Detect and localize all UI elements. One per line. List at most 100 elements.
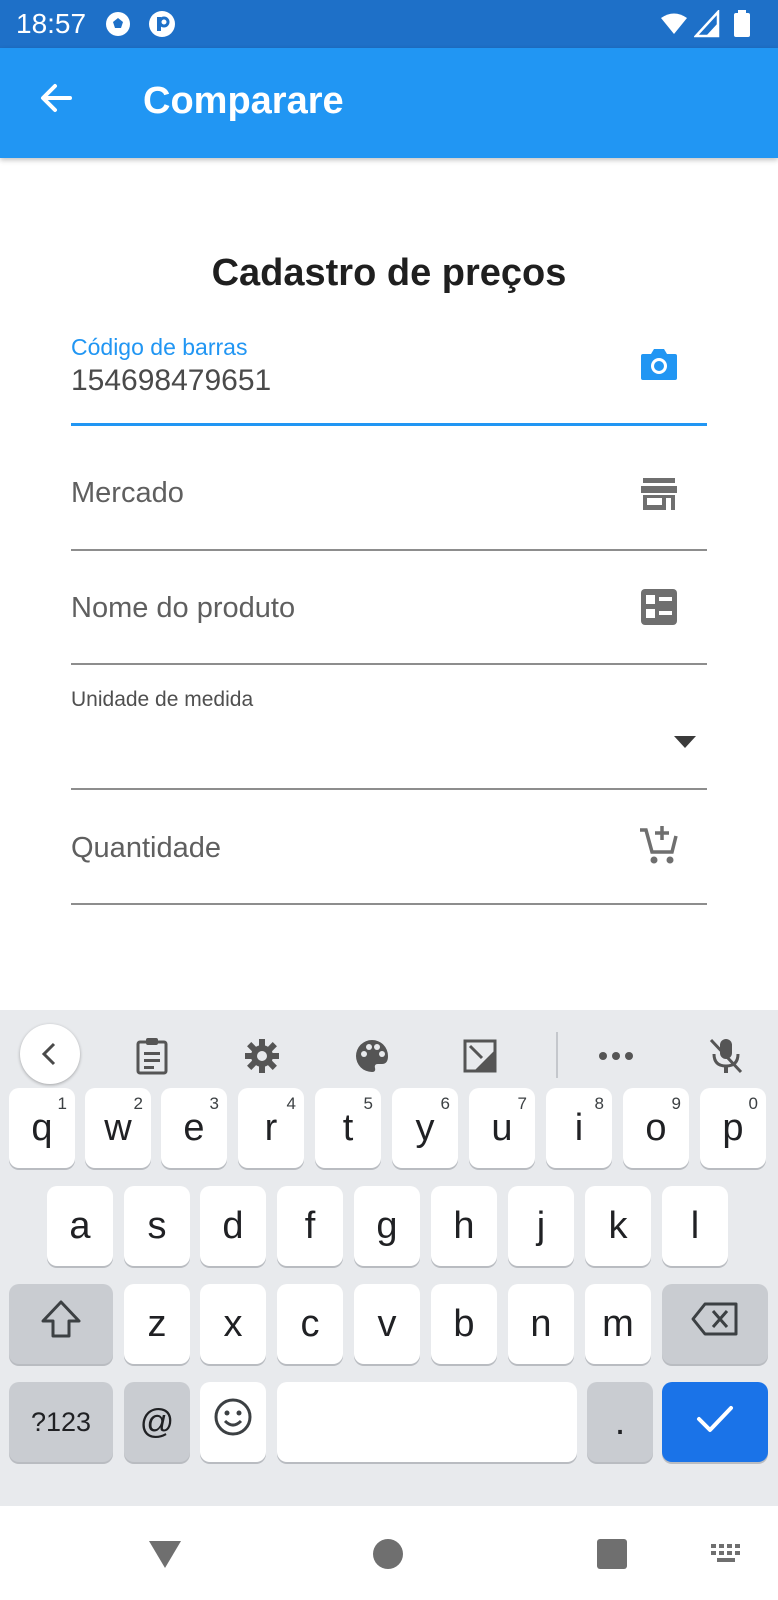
symbols-key[interactable]: ?123 [9, 1382, 113, 1462]
enter-key[interactable] [662, 1382, 768, 1462]
key-label: c [300, 1302, 320, 1345]
unit-label: Unidade de medida [71, 688, 254, 711]
check-icon [695, 1401, 735, 1444]
at-key[interactable]: @ [124, 1382, 190, 1462]
key-g[interactable]: g [354, 1186, 420, 1266]
space-key[interactable] [277, 1382, 577, 1462]
key-label: n [530, 1302, 552, 1345]
clipboard-icon[interactable] [124, 1028, 180, 1084]
unit-dropdown[interactable]: Unidade de medida [71, 688, 707, 790]
barcode-field[interactable]: Código de barras 154698479651 [71, 334, 707, 426]
app-bar: Comparare [0, 48, 778, 158]
key-label: i [574, 1106, 584, 1149]
key-hint: 5 [363, 1094, 373, 1113]
key-label: o [645, 1106, 667, 1149]
key-label: q [31, 1106, 53, 1149]
key-hint: 7 [517, 1094, 527, 1113]
key-n[interactable]: n [508, 1284, 574, 1364]
key-z[interactable]: z [124, 1284, 190, 1364]
key-label: x [223, 1302, 243, 1345]
mic-off-icon[interactable] [698, 1028, 754, 1084]
key-label: ?123 [30, 1406, 92, 1437]
barcode-value[interactable]: 154698479651 [71, 364, 271, 398]
signal-icon [693, 8, 722, 38]
key-hint: 4 [286, 1094, 296, 1113]
key-h[interactable]: h [431, 1186, 497, 1266]
key-w[interactable]: w2 [85, 1088, 151, 1168]
market-field[interactable]: Mercado [71, 450, 707, 551]
key-q[interactable]: q1 [9, 1088, 75, 1168]
barcode-underline [71, 423, 707, 426]
back-button[interactable] [32, 76, 80, 124]
backspace-key[interactable] [662, 1284, 768, 1364]
market-underline [71, 549, 707, 551]
key-label: w [104, 1106, 132, 1149]
key-label: r [264, 1106, 278, 1149]
store-icon [637, 472, 681, 516]
key-hint: 0 [748, 1094, 758, 1113]
key-hint: 3 [209, 1094, 219, 1113]
key-p[interactable]: p0 [700, 1088, 766, 1168]
period-key[interactable]: . [587, 1382, 653, 1462]
list-card-icon [637, 585, 681, 629]
key-x[interactable]: x [200, 1284, 266, 1364]
key-label: g [376, 1204, 398, 1247]
back-triangle-icon[interactable] [143, 1532, 187, 1576]
recents-square-icon[interactable] [590, 1532, 634, 1576]
key-u[interactable]: u7 [469, 1088, 535, 1168]
palette-icon[interactable] [344, 1028, 400, 1084]
key-l[interactable]: l [662, 1186, 728, 1266]
key-i[interactable]: i8 [546, 1088, 612, 1168]
status-bar: 18:57 [0, 0, 778, 48]
key-label: v [377, 1302, 397, 1345]
home-circle-icon[interactable] [366, 1532, 410, 1576]
soccer-ball-icon [104, 10, 132, 38]
key-b[interactable]: b [431, 1284, 497, 1364]
settings-icon[interactable] [234, 1028, 290, 1084]
shift-key[interactable] [9, 1284, 113, 1364]
key-y[interactable]: y6 [392, 1088, 458, 1168]
key-k[interactable]: k [585, 1186, 651, 1266]
key-label: b [453, 1302, 475, 1345]
status-time: 18:57 [16, 8, 87, 39]
product-name-placeholder: Nome do produto [71, 592, 296, 624]
key-m[interactable]: m [585, 1284, 651, 1364]
key-a[interactable]: a [47, 1186, 113, 1266]
product-name-field[interactable]: Nome do produto [71, 565, 707, 665]
keyboard-switch-icon[interactable] [705, 1532, 749, 1576]
key-label: . [614, 1400, 626, 1443]
keyboard: q1 w2 e3 r4 t5 y6 u7 i8 o9 p0 a s d f g … [0, 1010, 778, 1506]
quantity-underline [71, 903, 707, 905]
key-label: m [602, 1302, 634, 1345]
key-c[interactable]: c [277, 1284, 343, 1364]
one-handed-mode-icon[interactable] [452, 1028, 508, 1084]
backspace-icon [690, 1301, 740, 1347]
add-shopping-cart-icon [637, 823, 681, 867]
key-r[interactable]: r4 [238, 1088, 304, 1168]
key-d[interactable]: d [200, 1186, 266, 1266]
wifi-icon [660, 10, 688, 38]
key-label: a [69, 1204, 91, 1247]
chevron-left-icon[interactable] [20, 1024, 80, 1084]
quantity-field[interactable]: Quantidade [71, 805, 707, 905]
key-s[interactable]: s [124, 1186, 190, 1266]
camera-icon[interactable] [637, 342, 681, 386]
key-j[interactable]: j [508, 1186, 574, 1266]
dropdown-arrow-icon[interactable] [663, 720, 707, 764]
key-label: @ [139, 1402, 175, 1441]
more-icon[interactable] [588, 1028, 644, 1084]
key-t[interactable]: t5 [315, 1088, 381, 1168]
app-title: Comparare [143, 80, 344, 122]
emoji-key[interactable] [200, 1382, 266, 1462]
key-f[interactable]: f [277, 1186, 343, 1266]
emoji-icon [213, 1397, 253, 1447]
key-label: k [608, 1204, 628, 1247]
toolbar-separator [556, 1032, 558, 1078]
key-label: u [491, 1106, 513, 1149]
shift-icon [39, 1299, 83, 1349]
key-v[interactable]: v [354, 1284, 420, 1364]
quantity-placeholder: Quantidade [71, 832, 221, 864]
keyboard-toolbar [0, 1010, 778, 1098]
key-e[interactable]: e3 [161, 1088, 227, 1168]
key-o[interactable]: o9 [623, 1088, 689, 1168]
